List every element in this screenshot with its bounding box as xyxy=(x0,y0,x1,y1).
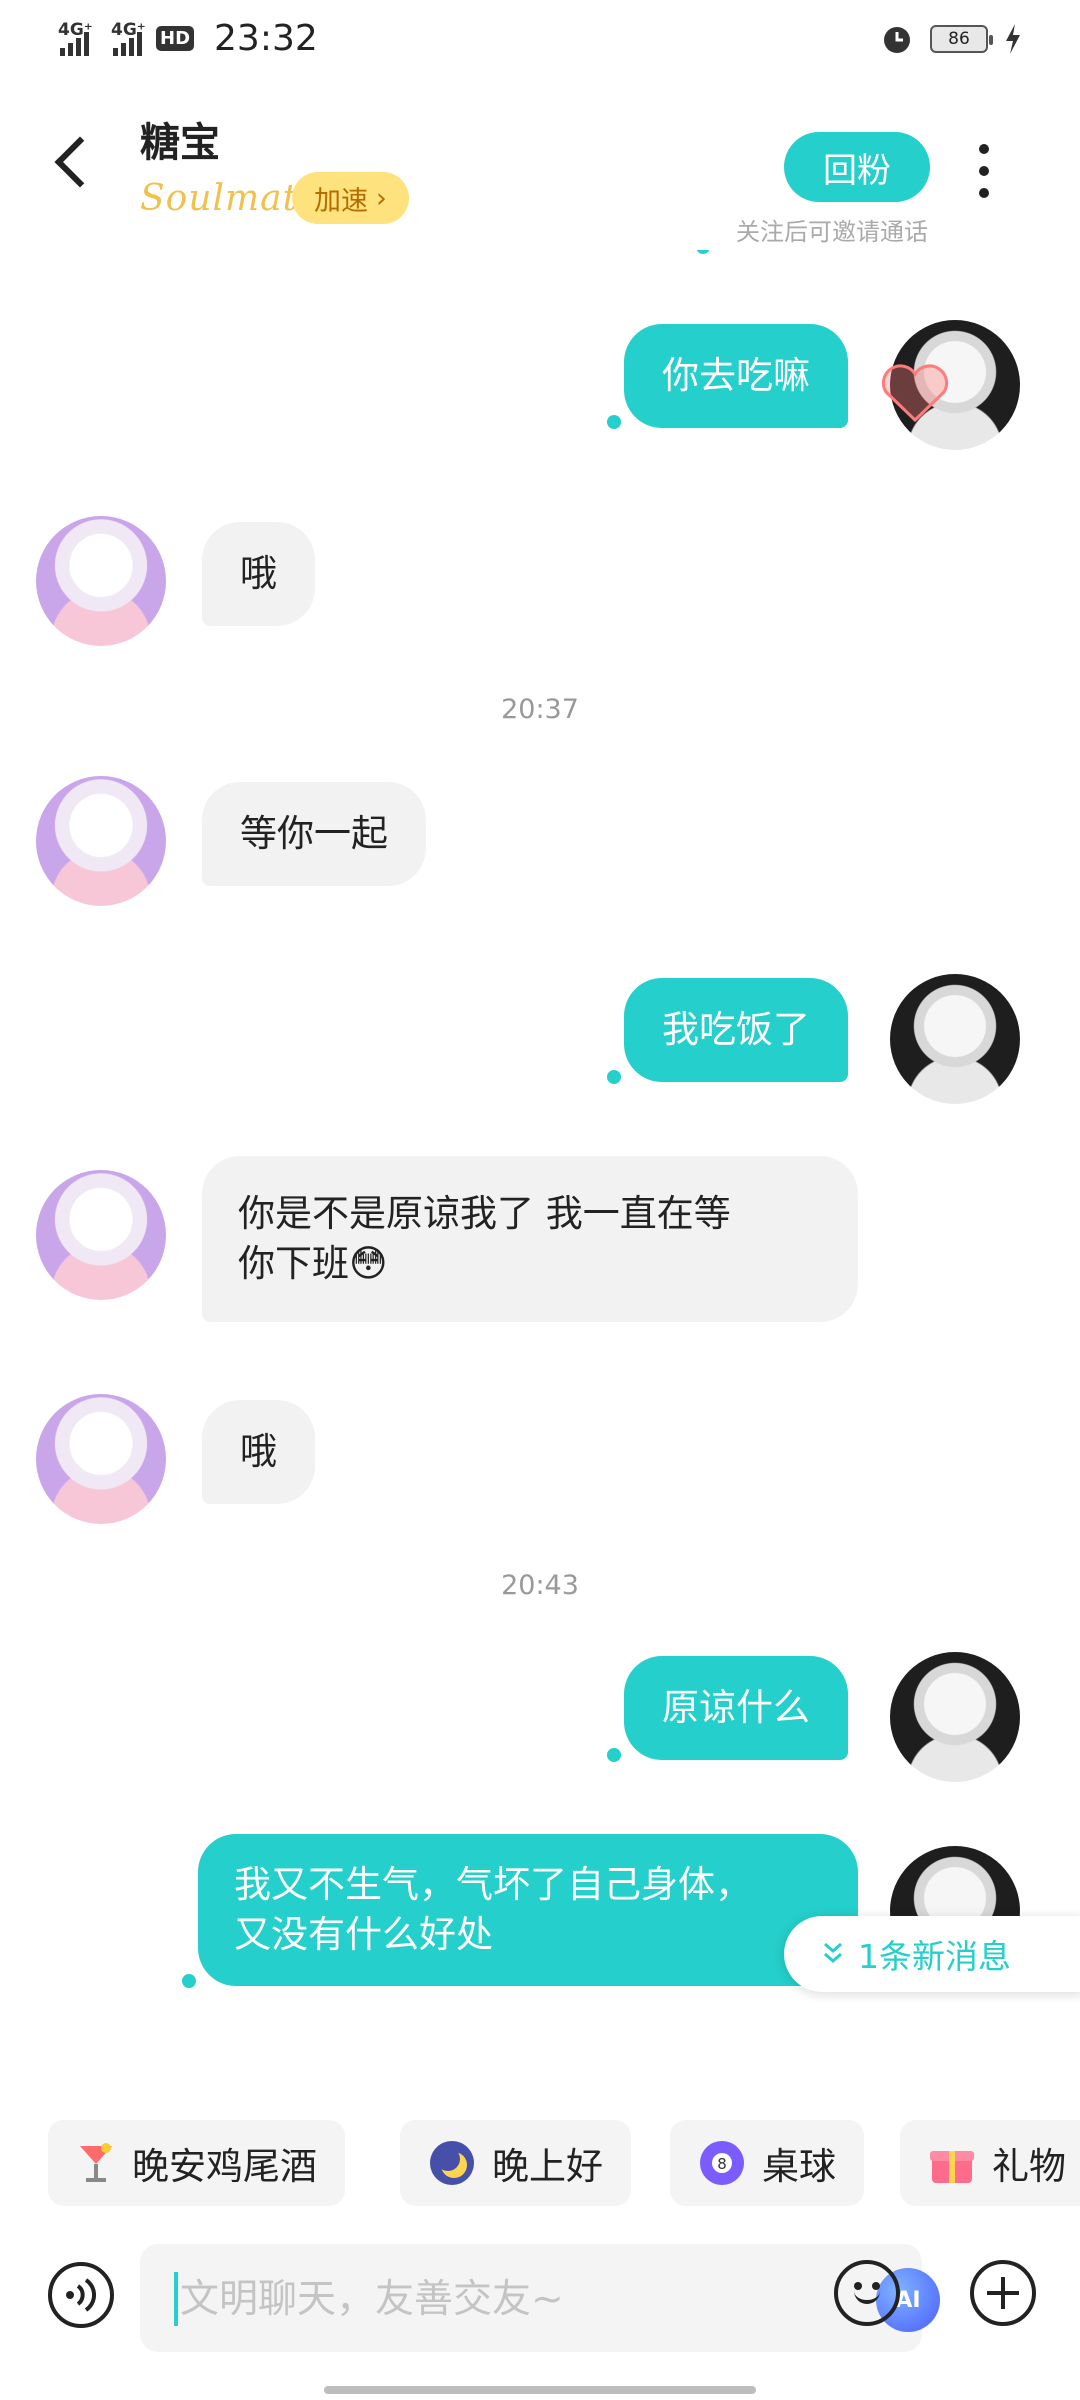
more-attachments-button[interactable] xyxy=(970,2260,1036,2326)
chevron-right-icon: › xyxy=(376,182,387,214)
moon-icon xyxy=(430,2141,474,2185)
status-bar: 4G⁺ 4G⁺ HD 23:32 86 xyxy=(0,0,1080,80)
message-bubble[interactable]: 你去吃嘛 xyxy=(624,324,848,428)
message-bubble[interactable]: 你是不是原谅我了 我一直在等 你下班😳 xyxy=(202,1156,858,1322)
voice-icon xyxy=(66,2278,96,2312)
charging-icon xyxy=(1006,24,1020,54)
network-type-2: 4G⁺ xyxy=(111,19,146,40)
my-avatar[interactable] xyxy=(890,974,1020,1104)
contact-avatar[interactable] xyxy=(36,1394,166,1524)
message-input-placeholder: 文明聊天，友善交友~ xyxy=(180,2277,564,2322)
speed-up-button[interactable]: 加速 › xyxy=(292,172,409,224)
message-bubble[interactable]: 哦 xyxy=(202,1400,315,1504)
network-type-1: 4G⁺ xyxy=(58,19,93,40)
gift-icon xyxy=(930,2151,974,2183)
message-input-bar: 文明聊天，友善交友~ AI xyxy=(0,2240,1080,2360)
message-line: 又没有什么好处 xyxy=(234,1913,493,1956)
signal-2-icon: 4G⁺ xyxy=(111,20,146,56)
quick-reply-label: 晚安鸡尾酒 xyxy=(132,2145,317,2188)
message-line: 你是不是原谅我了 我一直在等 xyxy=(238,1192,731,1235)
quick-reply-billiards[interactable]: 8 桌球 xyxy=(670,2120,864,2206)
emoji-button[interactable] xyxy=(834,2260,900,2326)
quick-reply-label: 礼物 xyxy=(992,2145,1066,2188)
status-time: 23:32 xyxy=(214,18,318,59)
message-bubble[interactable]: 我又不生气，气坏了自己身体， 又没有什么好处 xyxy=(198,1834,858,1986)
quick-reply-label: 桌球 xyxy=(762,2145,836,2188)
message-bubble[interactable]: 哦 xyxy=(202,522,315,626)
battery-indicator: 86 xyxy=(930,25,993,53)
contact-avatar[interactable] xyxy=(36,516,166,646)
quick-reply-goodnight-cocktail[interactable]: 晚安鸡尾酒 xyxy=(48,2120,345,2206)
quick-reply-gift[interactable]: 礼物 xyxy=(900,2120,1080,2206)
new-messages-label: 1条新消息 xyxy=(858,1937,1011,1976)
heart-icon xyxy=(881,364,949,423)
contact-avatar[interactable] xyxy=(36,1170,166,1300)
svg-text:8: 8 xyxy=(717,2155,727,2173)
more-options-button[interactable] xyxy=(968,144,1000,198)
alarm-icon xyxy=(884,27,910,53)
message-line: 我又不生气，气坏了自己身体， xyxy=(234,1863,752,1906)
hd-voice-icon: HD xyxy=(156,26,195,51)
read-indicator xyxy=(182,1974,196,1988)
read-indicator xyxy=(607,1748,621,1762)
message-bubble[interactable]: 我吃饭了 xyxy=(624,978,848,1082)
message-input[interactable]: 文明聊天，友善交友~ AI xyxy=(140,2244,940,2352)
cocktail-icon xyxy=(80,2143,112,2182)
voice-input-button[interactable] xyxy=(48,2262,114,2328)
text-cursor xyxy=(174,2272,178,2326)
read-indicator xyxy=(607,415,621,429)
chat-header: 糖宝 Soulmate 加速 › 回粉 关注后可邀请通话 xyxy=(0,80,1080,250)
message-bubble[interactable]: 原谅什么 xyxy=(624,1656,848,1760)
back-button[interactable] xyxy=(48,130,88,200)
signal-1-icon: 4G⁺ xyxy=(58,20,93,56)
home-indicator[interactable] xyxy=(324,2386,756,2394)
quick-reply-bar[interactable]: 晚安鸡尾酒 晚上好 8 桌球 礼物 xyxy=(0,2112,1080,2208)
contact-name: 糖宝 xyxy=(140,120,220,166)
read-indicator xyxy=(607,1070,621,1084)
timestamp: 20:37 xyxy=(501,694,579,725)
timestamp: 20:43 xyxy=(501,1570,579,1601)
my-avatar[interactable] xyxy=(890,1652,1020,1782)
chat-messages[interactable]: 你去吃嘛 哦 20:37 等你一起 我吃饭了 你是不是原谅我了 我一直在等 你下… xyxy=(0,250,1080,2080)
new-messages-button[interactable]: 1条新消息 xyxy=(784,1916,1080,1992)
smiley-icon xyxy=(854,2286,880,2304)
message-line: 你下班😳 xyxy=(238,1242,388,1285)
follow-back-button[interactable]: 回粉 xyxy=(784,132,930,202)
quick-reply-good-evening[interactable]: 晚上好 xyxy=(400,2120,631,2206)
billiard-icon: 8 xyxy=(700,2141,744,2185)
read-indicator xyxy=(696,250,710,254)
follow-hint: 关注后可邀请通话 xyxy=(736,218,928,246)
quick-reply-label: 晚上好 xyxy=(492,2145,603,2188)
message-bubble[interactable]: 等你一起 xyxy=(202,782,426,886)
contact-avatar[interactable] xyxy=(36,776,166,906)
double-chevron-down-icon xyxy=(824,1942,842,1963)
speed-up-label: 加速 xyxy=(314,185,368,217)
